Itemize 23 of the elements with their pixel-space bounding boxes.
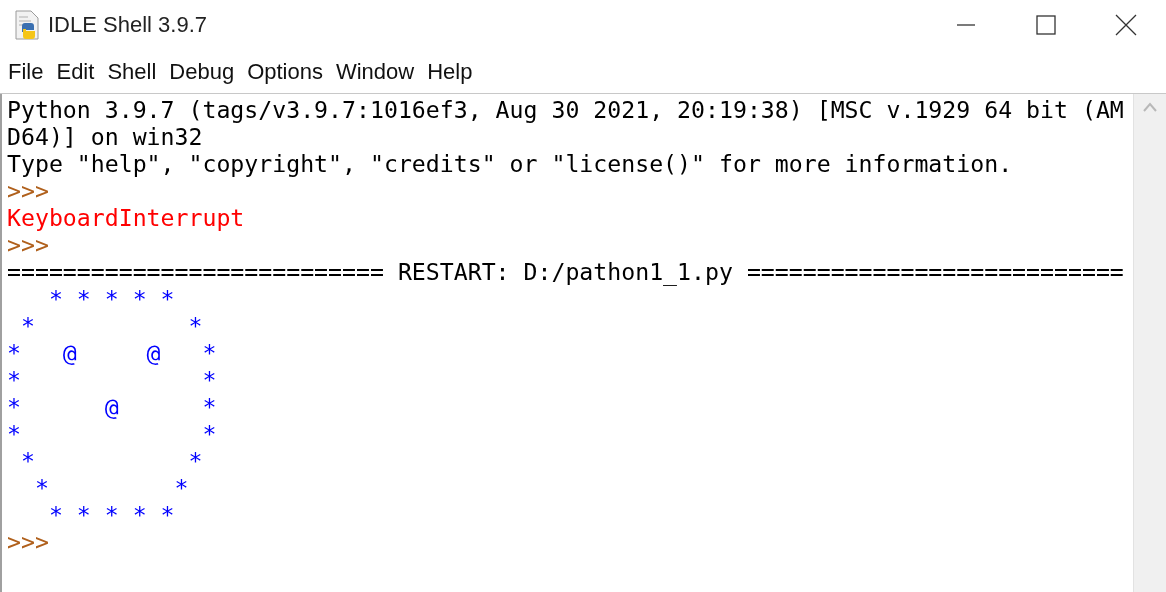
- menu-item[interactable]: Debug: [169, 58, 248, 85]
- output-line: Type "help", "copyright", "credits" or "license()" for more information.: [7, 150, 1013, 177]
- menu-item[interactable]: Window: [335, 58, 428, 85]
- menu-item[interactable]: Options: [247, 58, 336, 85]
- output-line: Python 3.9.7 (tags/v3.9.7:1016ef3, Aug 30 2021, 20:19:38) [MSC v.1929 64 bit (AM: [7, 96, 1124, 123]
- output-line: =========================== RESTART: D:/pathon1_1.py ===========================: [7, 258, 1124, 285]
- prompt-text: >>>: [7, 177, 49, 204]
- program-output-line: * * * * * * * * @ @ * * * * @ * * * * * * * * * * * *: [7, 285, 217, 528]
- prompt-text: >>>: [7, 231, 49, 258]
- prompt-text: >>>: [7, 528, 49, 555]
- error-line: KeyboardInterrupt: [7, 204, 245, 231]
- menu-item[interactable]: Edit: [56, 58, 108, 85]
- menu-item[interactable]: File: [8, 58, 57, 85]
- output-line: D64)] on win32: [7, 123, 203, 150]
- menu-item[interactable]: Help: [427, 58, 486, 85]
- scrollbar[interactable]: [1133, 94, 1166, 592]
- minimize-icon: [956, 24, 976, 26]
- menu-item[interactable]: Shell: [107, 58, 170, 85]
- maximize-icon: [1036, 15, 1056, 35]
- app-icon: [14, 10, 40, 40]
- close-icon: [1115, 14, 1137, 36]
- scroll-up-icon[interactable]: [1143, 102, 1157, 112]
- window-title: IDLE Shell 3.9.7: [48, 12, 207, 38]
